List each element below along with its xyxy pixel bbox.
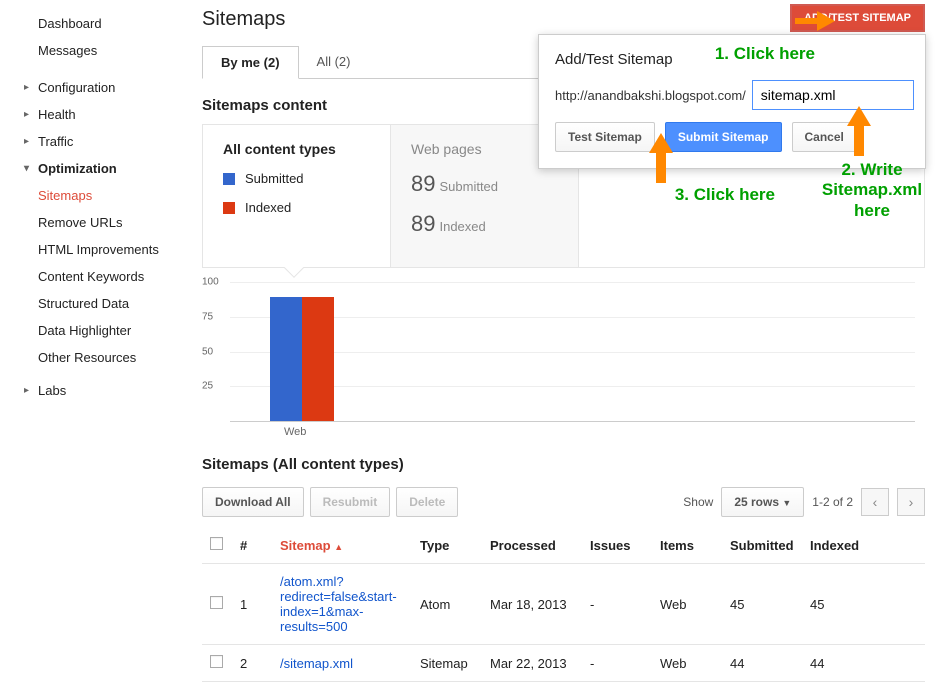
download-all-button[interactable]: Download All bbox=[202, 487, 304, 517]
th-type[interactable]: Type bbox=[412, 527, 482, 564]
bar-submitted bbox=[270, 297, 302, 421]
sidebar-other-resources[interactable]: Other Resources bbox=[0, 344, 190, 371]
resubmit-button[interactable]: Resubmit bbox=[310, 487, 391, 517]
th-num[interactable]: # bbox=[232, 527, 272, 564]
chevron-right-icon: ▸ bbox=[24, 82, 29, 93]
next-page-button[interactable]: › bbox=[897, 488, 925, 516]
cell-num: 2 bbox=[232, 645, 272, 682]
sitemap-link[interactable]: /sitemap.xml bbox=[280, 656, 353, 671]
tab-all[interactable]: All (2) bbox=[299, 46, 369, 79]
y-axis-label: 25 bbox=[202, 381, 213, 392]
sort-asc-icon: ▲ bbox=[334, 542, 343, 552]
cell-submitted: 44 bbox=[722, 645, 802, 682]
th-processed[interactable]: Processed bbox=[482, 527, 582, 564]
chevron-down-icon: ▼ bbox=[782, 498, 791, 508]
cell-type: Sitemap bbox=[412, 645, 482, 682]
popup-base-url: http://anandbakshi.blogspot.com/ bbox=[555, 88, 746, 103]
bar-indexed bbox=[302, 297, 334, 421]
legend-square-blue bbox=[223, 173, 235, 185]
cell-processed: Mar 22, 2013 bbox=[482, 645, 582, 682]
cell-issues: - bbox=[582, 645, 652, 682]
submit-sitemap-button[interactable]: Submit Sitemap bbox=[665, 122, 782, 152]
sitemaps-table: # Sitemap ▲ Type Processed Issues Items … bbox=[202, 527, 925, 682]
select-all-checkbox[interactable] bbox=[210, 537, 223, 550]
cell-num: 1 bbox=[232, 564, 272, 645]
chevron-right-icon: ▸ bbox=[24, 136, 29, 147]
th-issues[interactable]: Issues bbox=[582, 527, 652, 564]
show-label: Show bbox=[683, 495, 713, 509]
chevron-down-icon: ▾ bbox=[24, 163, 29, 174]
sitemap-path-input[interactable] bbox=[752, 80, 914, 110]
sidebar-structured-data[interactable]: Structured Data bbox=[0, 290, 190, 317]
row-checkbox[interactable] bbox=[210, 655, 223, 668]
legend-indexed: Indexed bbox=[223, 200, 370, 215]
cell-issues: - bbox=[582, 564, 652, 645]
sidebar: Dashboard Messages ▸Configuration ▸Healt… bbox=[0, 0, 190, 692]
page-range: 1-2 of 2 bbox=[812, 495, 853, 509]
table-toolbar: Download All Resubmit Delete Show 25 row… bbox=[202, 487, 925, 517]
chevron-right-icon: ▸ bbox=[24, 109, 29, 120]
sidebar-data-highlighter[interactable]: Data Highlighter bbox=[0, 317, 190, 344]
stat-submitted: 89Submitted bbox=[411, 171, 558, 197]
cell-type: Atom bbox=[412, 564, 482, 645]
sidebar-traffic[interactable]: ▸Traffic bbox=[0, 128, 190, 155]
sidebar-messages[interactable]: Messages bbox=[0, 37, 190, 64]
x-axis-label: Web bbox=[284, 426, 925, 438]
sidebar-configuration[interactable]: ▸Configuration bbox=[0, 74, 190, 101]
table-row: 2 /sitemap.xml Sitemap Mar 22, 2013 - We… bbox=[202, 645, 925, 682]
delete-button[interactable]: Delete bbox=[396, 487, 458, 517]
add-test-sitemap-button[interactable]: ADD/TEST SITEMAP bbox=[790, 4, 925, 32]
sitemap-link[interactable]: /atom.xml?redirect=false&start-index=1&m… bbox=[280, 574, 397, 634]
th-items[interactable]: Items bbox=[652, 527, 722, 564]
y-axis-label: 100 bbox=[202, 277, 219, 288]
th-sitemap[interactable]: Sitemap ▲ bbox=[272, 527, 412, 564]
cell-processed: Mar 18, 2013 bbox=[482, 564, 582, 645]
chevron-right-icon: › bbox=[909, 494, 914, 510]
sidebar-health[interactable]: ▸Health bbox=[0, 101, 190, 128]
col-all-types[interactable]: All content types Submitted Indexed bbox=[203, 125, 391, 267]
sidebar-content-keywords[interactable]: Content Keywords bbox=[0, 263, 190, 290]
stat-indexed: 89Indexed bbox=[411, 211, 558, 237]
th-submitted[interactable]: Submitted bbox=[722, 527, 802, 564]
cancel-button[interactable]: Cancel bbox=[792, 122, 857, 152]
sidebar-labs[interactable]: ▸Labs bbox=[0, 377, 190, 404]
rows-select[interactable]: 25 rows ▼ bbox=[721, 487, 804, 517]
sidebar-remove-urls[interactable]: Remove URLs bbox=[0, 209, 190, 236]
cell-items: Web bbox=[652, 564, 722, 645]
bar-chart: 100 75 50 25 bbox=[230, 282, 915, 422]
chart-area: 100 75 50 25 Web bbox=[202, 282, 925, 438]
row-checkbox[interactable] bbox=[210, 596, 223, 609]
y-axis-label: 75 bbox=[202, 311, 213, 322]
sidebar-dashboard[interactable]: Dashboard bbox=[0, 10, 190, 37]
test-sitemap-button[interactable]: Test Sitemap bbox=[555, 122, 655, 152]
cell-indexed: 44 bbox=[802, 645, 925, 682]
cell-submitted: 45 bbox=[722, 564, 802, 645]
legend-square-red bbox=[223, 202, 235, 214]
sidebar-optimization[interactable]: ▾Optimization bbox=[0, 155, 190, 182]
popup-title: Add/Test Sitemap bbox=[555, 51, 909, 68]
th-indexed[interactable]: Indexed bbox=[802, 527, 925, 564]
table-row: 1 /atom.xml?redirect=false&start-index=1… bbox=[202, 564, 925, 645]
chevron-left-icon: ‹ bbox=[873, 494, 878, 510]
section-all-types: Sitemaps (All content types) bbox=[202, 456, 925, 473]
add-sitemap-popup: Add/Test Sitemap http://anandbakshi.blog… bbox=[538, 34, 926, 169]
cell-items: Web bbox=[652, 645, 722, 682]
chevron-right-icon: ▸ bbox=[24, 385, 29, 396]
legend-submitted: Submitted bbox=[223, 171, 370, 186]
y-axis-label: 50 bbox=[202, 346, 213, 357]
col-web-pages-title: Web pages bbox=[411, 141, 558, 157]
sidebar-sitemaps[interactable]: Sitemaps bbox=[0, 182, 190, 209]
pager: Show 25 rows ▼ 1-2 of 2 ‹ › bbox=[683, 487, 925, 517]
cell-indexed: 45 bbox=[802, 564, 925, 645]
sidebar-html-improvements[interactable]: HTML Improvements bbox=[0, 236, 190, 263]
tab-by-me[interactable]: By me (2) bbox=[202, 46, 299, 79]
prev-page-button[interactable]: ‹ bbox=[861, 488, 889, 516]
col-all-types-title: All content types bbox=[223, 141, 370, 157]
main-content: Sitemaps ADD/TEST SITEMAP By me (2) All … bbox=[190, 0, 935, 692]
